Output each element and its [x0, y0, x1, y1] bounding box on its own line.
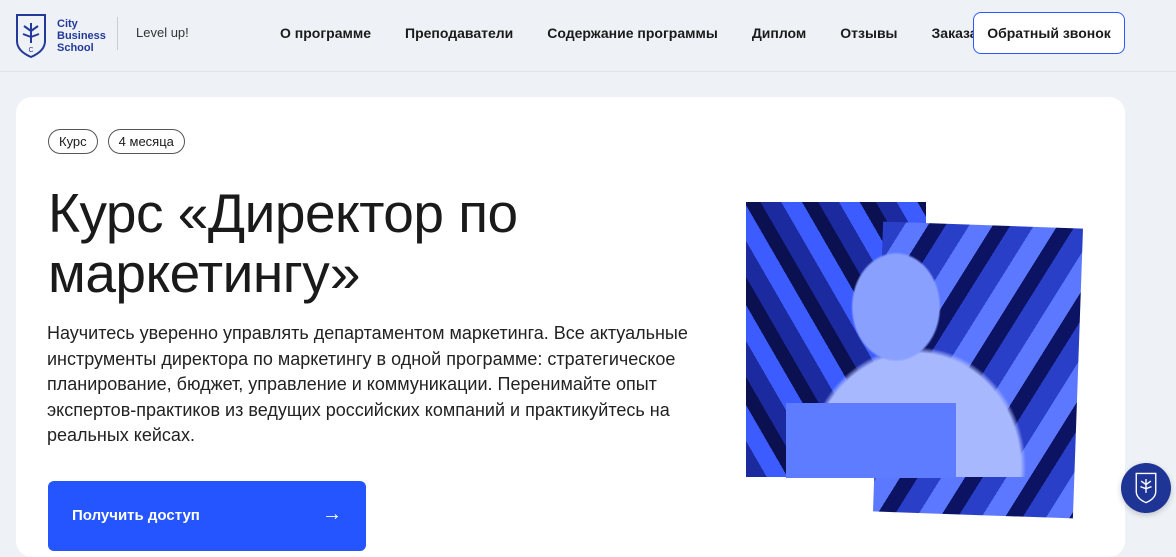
laptop-image — [786, 403, 956, 478]
page-title: Курс «Директор по маркетингу» — [48, 182, 518, 304]
tagline: Level up! — [136, 25, 189, 40]
nav-about[interactable]: О программе — [280, 25, 371, 41]
svg-text:C: C — [28, 47, 33, 54]
nav-content[interactable]: Содержание программы — [547, 25, 718, 41]
nav-diploma[interactable]: Диплом — [752, 25, 806, 41]
nav-teachers[interactable]: Преподаватели — [405, 25, 513, 41]
nav-reviews[interactable]: Отзывы — [840, 25, 897, 41]
shield-logo-icon — [1135, 472, 1157, 504]
callback-button[interactable]: Обратный звонок — [973, 12, 1125, 54]
logo-line: School — [57, 42, 94, 54]
divider — [117, 17, 118, 50]
header: C City Business School Level up! О прогр… — [0, 0, 1176, 72]
tag-duration: 4 месяца — [107, 129, 185, 154]
cta-label: Получить доступ — [72, 507, 200, 524]
hero-card: Курс 4 месяца Курс «Директор по маркетин… — [16, 97, 1125, 557]
chat-widget-button[interactable] — [1121, 463, 1171, 513]
arrow-right-icon: → — [322, 503, 342, 525]
logo-line: Business — [57, 30, 106, 42]
tag-course: Курс — [48, 129, 98, 154]
get-access-button[interactable]: Получить доступ → — [48, 481, 366, 551]
hero-description: Научитесь уверенно управлять департамент… — [47, 323, 688, 445]
logo[interactable]: C City Business School — [15, 13, 106, 59]
main-nav: О программе Преподаватели Содержание про… — [280, 25, 993, 41]
shield-logo-icon: C — [16, 14, 46, 59]
logo-line: City — [57, 18, 78, 30]
